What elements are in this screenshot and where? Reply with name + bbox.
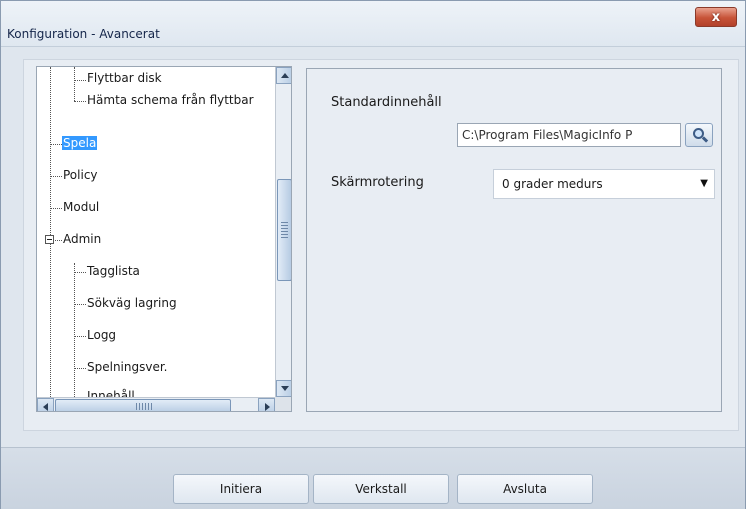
close-icon: x xyxy=(711,9,721,25)
default-content-path-input[interactable]: C:\Program Files\MagicInfo P xyxy=(457,123,681,147)
tree-item-sokvag-lagring[interactable]: Sökväg lagring xyxy=(87,296,177,310)
settings-tree[interactable]: Flyttbar disk Hämta schema från flyttbar… xyxy=(36,66,292,412)
rotation-label: Skärmrotering xyxy=(331,175,424,190)
horizontal-scroll-thumb[interactable] xyxy=(55,399,231,411)
tree-branch-line xyxy=(50,208,62,209)
settings-panel: Standardinnehåll C:\Program Files\MagicI… xyxy=(306,68,722,412)
verkstall-button[interactable]: Verkstall xyxy=(313,474,449,504)
arrow-right-icon xyxy=(265,403,270,411)
collapse-expander-icon[interactable] xyxy=(45,235,54,244)
scroll-left-button[interactable] xyxy=(37,398,54,411)
tree-branch-line xyxy=(74,336,86,337)
tree-guide-line xyxy=(74,67,75,101)
tree-branch-line xyxy=(74,80,86,81)
chevron-down-icon: ▼ xyxy=(700,178,708,189)
arrow-left-icon xyxy=(43,403,48,411)
window-title: Konfiguration - Avancerat xyxy=(7,27,160,41)
tree-item-spelningsver[interactable]: Spelningsver. xyxy=(87,360,168,374)
arrow-up-icon xyxy=(281,73,289,78)
dialog-window: Konfiguration - Avancerat x Flyttbar dis… xyxy=(0,0,746,509)
arrow-down-icon xyxy=(281,386,289,391)
scroll-corner xyxy=(275,397,291,411)
tree-item-spela[interactable]: Spela xyxy=(62,136,98,150)
tree-item-hamta-schema[interactable]: Hämta schema från flyttbar xyxy=(87,93,254,107)
initiera-button[interactable]: Initiera xyxy=(173,474,309,504)
rotation-selected-value: 0 grader medurs xyxy=(502,177,603,191)
tree-item-policy[interactable]: Policy xyxy=(63,168,98,182)
close-button[interactable]: x xyxy=(695,7,737,27)
tree-branch-line xyxy=(74,272,86,273)
scroll-down-button[interactable] xyxy=(276,380,291,397)
button-bar: Initiera Verkstall Avsluta xyxy=(1,447,745,509)
browse-button[interactable] xyxy=(685,123,713,147)
tree-item-modul[interactable]: Modul xyxy=(63,200,99,214)
tree-horizontal-scrollbar[interactable] xyxy=(37,397,275,411)
avsluta-button[interactable]: Avsluta xyxy=(457,474,593,504)
default-content-label: Standardinnehåll xyxy=(331,95,442,110)
vertical-scroll-thumb[interactable] xyxy=(277,179,291,281)
tree-branch-line xyxy=(74,304,86,305)
tree-vertical-scrollbar[interactable] xyxy=(275,67,291,397)
tree-branch-line xyxy=(74,368,86,369)
scroll-right-button[interactable] xyxy=(258,398,275,411)
search-icon-handle xyxy=(701,136,709,143)
title-bar[interactable]: Konfiguration - Avancerat x xyxy=(1,1,745,47)
tree-branch-line xyxy=(50,176,62,177)
content-area: Flyttbar disk Hämta schema från flyttbar… xyxy=(7,47,741,447)
tree-branch-line xyxy=(74,101,86,102)
scroll-up-button[interactable] xyxy=(276,67,291,84)
grip-icon xyxy=(136,403,152,410)
tree-guide-line xyxy=(74,263,75,397)
tree-item-admin[interactable]: Admin xyxy=(63,232,101,246)
grip-icon xyxy=(281,222,288,238)
advanced-group: Flyttbar disk Hämta schema från flyttbar… xyxy=(23,59,739,431)
tree-item-tagglista[interactable]: Tagglista xyxy=(87,264,140,278)
tree-branch-line xyxy=(50,144,62,145)
tree-item-logg[interactable]: Logg xyxy=(87,328,116,342)
tree-item-flyttbar-disk[interactable]: Flyttbar disk xyxy=(87,71,162,85)
rotation-select[interactable]: 0 grader medurs ▼ xyxy=(493,169,715,199)
tree-guide-line xyxy=(50,67,51,397)
